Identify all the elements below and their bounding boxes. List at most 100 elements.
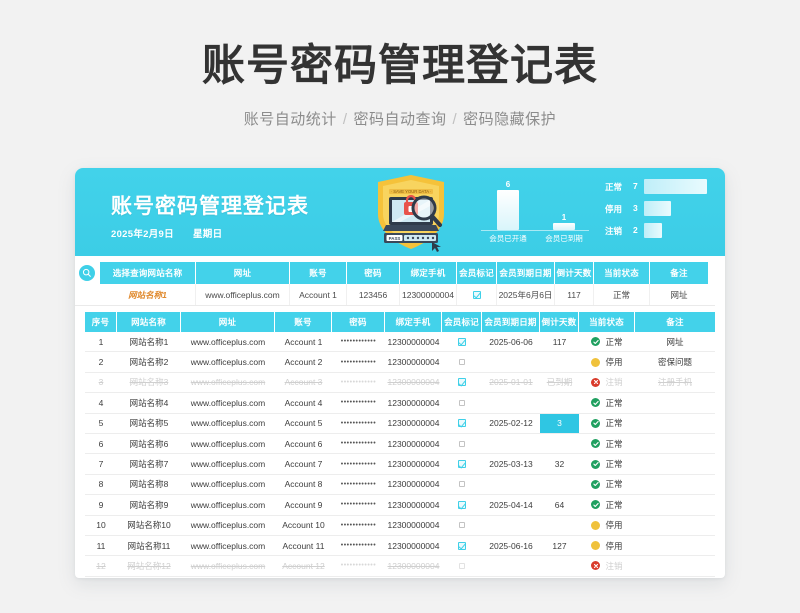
query-header-password: 密码 — [347, 262, 400, 284]
cell-expire — [482, 475, 540, 494]
table-row[interactable]: 12 网站名称12 www.officeplus.com Account 12 ••••… — [85, 556, 715, 577]
col-header-url[interactable]: 网址 — [181, 312, 275, 332]
checkbox-checked-icon[interactable] — [458, 460, 466, 469]
checkbox-checked-icon[interactable] — [458, 419, 466, 428]
table-row[interactable]: 3 网站名称3 www.officeplus.com Account 3 •••••••… — [85, 373, 715, 394]
cell-phone: 12300000004 — [387, 479, 440, 490]
checkbox-unchecked-icon[interactable] — [459, 359, 465, 366]
status-bar-value-paused: 3 — [633, 203, 638, 213]
cell-member — [442, 516, 482, 535]
col-header-note[interactable]: 备注 — [635, 312, 715, 332]
col-header-status[interactable]: 当前状态 — [579, 312, 635, 332]
cell-no: 8 — [98, 479, 104, 490]
checkbox-unchecked-icon[interactable] — [459, 440, 465, 447]
table-row[interactable]: 5 网站名称5 www.officeplus.com Account 5 •••••••… — [85, 413, 715, 434]
cell-account: Account 12 — [282, 560, 325, 571]
password-mask: •••••••••••• — [340, 542, 377, 550]
cell-account: Account 6 — [284, 438, 323, 449]
cell-account: Account 3 — [284, 377, 323, 388]
checkbox-unchecked-icon[interactable] — [459, 522, 465, 529]
col-header-no[interactable]: 序号 — [85, 312, 117, 332]
col-header-countdown[interactable]: 倒计天数 — [540, 312, 579, 332]
status-ok-icon — [591, 500, 601, 510]
cell-site: 网站名称11 — [127, 540, 171, 551]
col-header-site[interactable]: 网站名称 — [117, 312, 181, 332]
cell-account: Account 11 — [282, 540, 325, 551]
cell-password: •••••••••••• — [332, 373, 385, 392]
cell-note: 网址 — [666, 336, 684, 347]
cell-site: 网站名称8 — [129, 479, 169, 490]
password-mask: •••••••••••• — [340, 521, 377, 529]
cell-status: 正常 — [579, 495, 635, 514]
status-label: 停用 — [605, 357, 623, 368]
checkbox-checked-icon[interactable] — [458, 541, 466, 550]
cell-countdown: 64 — [554, 499, 565, 510]
cell-password: •••••••••••• — [332, 536, 385, 555]
checkbox-unchecked-icon[interactable] — [459, 399, 465, 406]
cell-account: Account 4 — [284, 397, 323, 408]
checkbox-checked-icon[interactable] — [458, 500, 466, 509]
password-mask: •••••••••••• — [340, 501, 377, 509]
col-header-account[interactable]: 账号 — [275, 312, 332, 332]
cell-phone: 12300000004 — [387, 560, 440, 571]
cell-account: Account 2 — [284, 357, 323, 368]
page-subtitle: 账号自动统计 / 密码自动查询 / 密码隐藏保护 — [0, 108, 800, 129]
cell-status: 停用 — [579, 352, 635, 371]
col-header-expire[interactable]: 会员到期日期 — [482, 312, 540, 332]
page-title: 账号密码管理登记表 — [202, 42, 598, 90]
table-row[interactable]: 2 网站名称2 www.officeplus.com Account 2 •••••••… — [85, 352, 715, 373]
cell-url: www.officeplus.com — [190, 479, 266, 490]
status-bar-row-normal: 正常 7 — [605, 178, 710, 197]
status-label: 正常 — [605, 459, 623, 470]
cell-no: 12 — [96, 560, 106, 571]
cell-password: •••••••••••• — [332, 393, 385, 412]
password-mask: •••••••••••• — [340, 399, 377, 407]
table-row[interactable]: 9 网站名称9 www.officeplus.com Account 9 •••••••… — [85, 495, 715, 516]
cell-expire: 2025-04-14 — [489, 499, 533, 510]
cell-no: 7 — [98, 459, 104, 470]
table-row[interactable]: 4 网站名称4 www.officeplus.com Account 4 •••••••… — [85, 393, 715, 414]
table-row[interactable]: 10 网站名称10 www.officeplus.com Account 10 ••••… — [85, 516, 715, 536]
cell-note — [635, 495, 715, 514]
table-row[interactable]: 6 网站名称6 www.officeplus.com Account 6 •••••••… — [85, 434, 715, 455]
cell-status: 正常 — [579, 475, 635, 494]
status-bar-track-normal — [644, 179, 707, 194]
query-result-row[interactable]: 网站名称1 www.officeplus.com Account 1 12345… — [75, 284, 715, 306]
cell-phone: 12300000004 — [387, 520, 440, 531]
checkbox-checked-icon[interactable] — [458, 378, 466, 387]
card-banner: 账号密码管理登记表 2025年2月9日 星期日 · SAVE YOUR DATA… — [75, 168, 725, 256]
checkbox-unchecked-icon[interactable] — [459, 562, 465, 569]
member-bar-label-expired: 会员已到期 — [545, 234, 583, 243]
query-header-row: 选择查询网站名称 网址 账号 密码 绑定手机 会员标记 会员到期日期 倒计天数 … — [75, 262, 715, 284]
status-label: 正常 — [605, 418, 623, 429]
password-mask: •••••••••••• — [340, 562, 377, 570]
table-row[interactable]: 8 网站名称8 www.officeplus.com Account 8 •••••••… — [85, 475, 715, 496]
status-bar-fill-paused — [644, 201, 671, 216]
query-value-site[interactable]: 网站名称1 — [100, 284, 196, 305]
cell-note: 密保问题 — [657, 357, 692, 368]
search-icon[interactable] — [79, 265, 95, 281]
cell-url: www.officeplus.com — [190, 357, 266, 368]
table-row[interactable]: 1 网站名称1 www.officeplus.com Account 1 •••••••… — [85, 332, 715, 353]
col-header-member[interactable]: 会员标记 — [442, 312, 482, 332]
query-value-member — [457, 284, 497, 305]
cell-phone: 12300000004 — [387, 418, 440, 429]
status-label: 正常 — [605, 397, 623, 408]
cell-countdown — [540, 393, 579, 412]
table-row[interactable]: 7 网站名称7 www.officeplus.com Account 7 •••••••… — [85, 454, 715, 475]
status-badge: 注销 — [591, 376, 623, 388]
col-header-password[interactable]: 密码 — [332, 312, 385, 332]
col-header-phone[interactable]: 绑定手机 — [385, 312, 442, 332]
cell-countdown: 117 — [552, 336, 567, 347]
cell-url: www.officeplus.com — [190, 438, 266, 449]
query-header-status: 当前状态 — [594, 262, 650, 284]
checkbox-unchecked-icon[interactable] — [459, 481, 465, 488]
status-label: 注销 — [605, 377, 623, 388]
cell-expire — [482, 516, 540, 535]
checkbox-checked-icon[interactable] — [458, 337, 466, 346]
table-row[interactable]: 11 网站名称11 www.officeplus.com Account 11 ••••… — [85, 536, 715, 557]
cell-no: 10 — [96, 520, 106, 531]
cell-member — [442, 414, 482, 433]
status-label: 停用 — [605, 520, 623, 531]
cell-note — [635, 454, 715, 473]
